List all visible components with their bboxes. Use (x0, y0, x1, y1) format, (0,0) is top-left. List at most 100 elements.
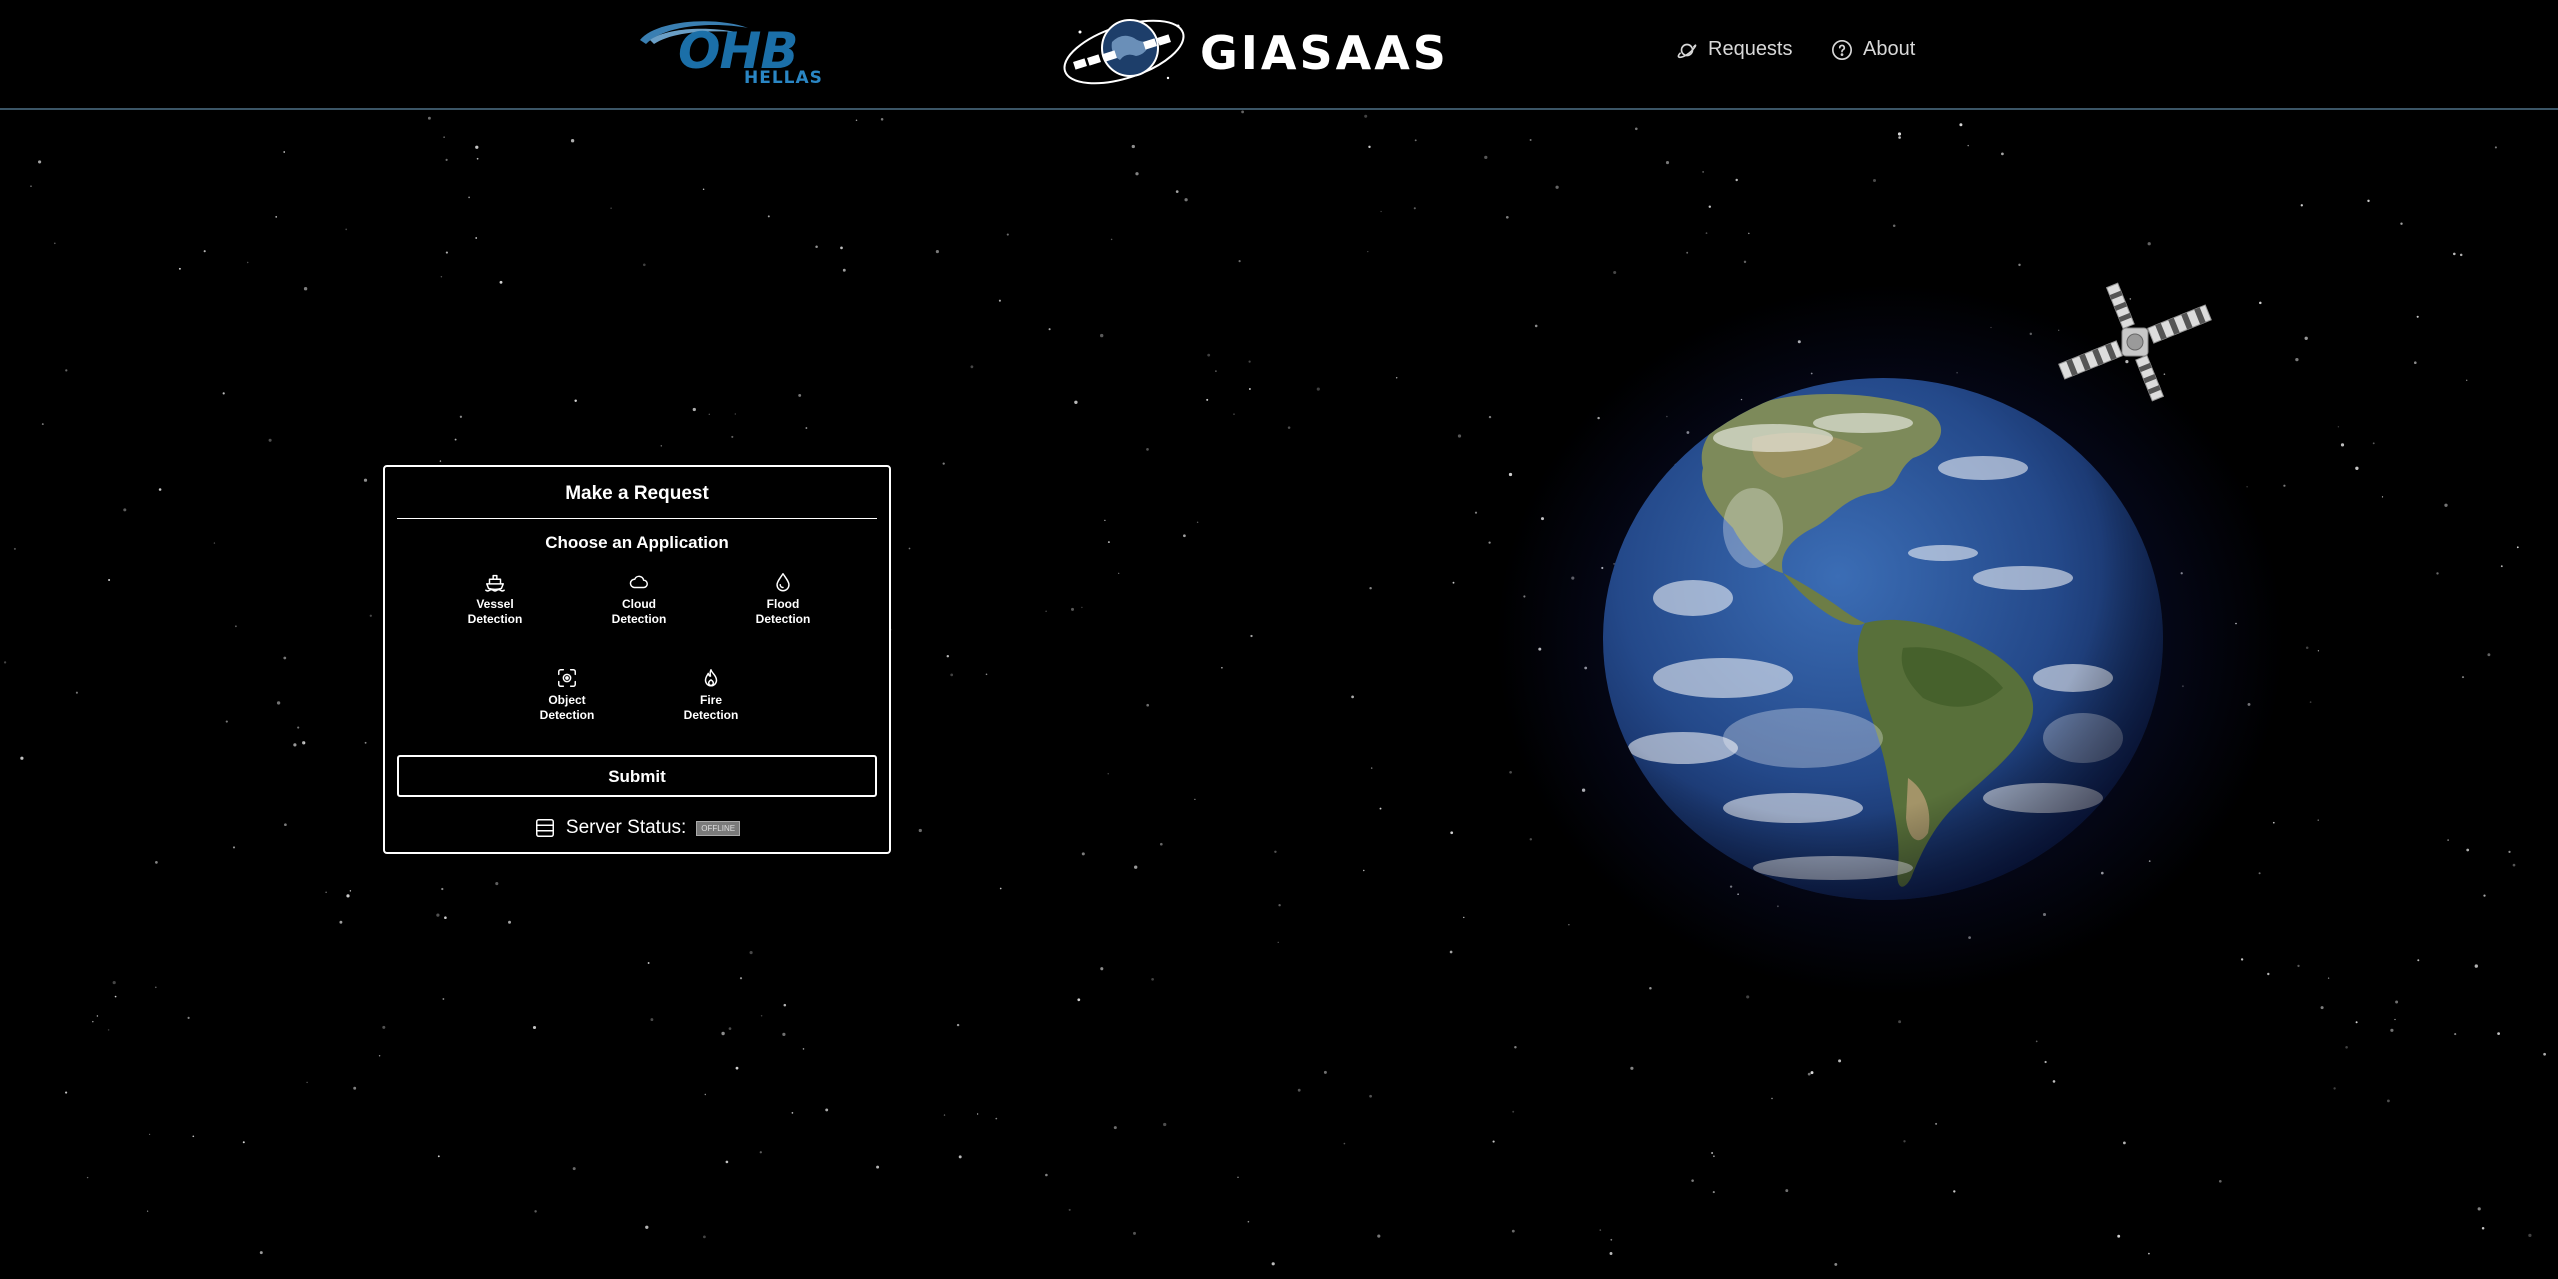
star (445, 251, 448, 254)
star (802, 1048, 805, 1050)
star (1081, 606, 1083, 609)
app-option-cloud-detection[interactable]: Cloud Detection (594, 571, 684, 627)
star (146, 1210, 149, 1212)
star (2345, 1046, 2348, 1049)
star (1810, 1071, 1814, 1075)
brand-name: GIASAAS (1200, 26, 1449, 80)
star (2394, 1018, 2396, 1021)
star (293, 743, 297, 747)
star (782, 1032, 786, 1036)
submit-button[interactable]: Submit (397, 755, 877, 797)
star (2117, 1234, 2121, 1238)
star (1452, 581, 1455, 584)
star (1488, 541, 1491, 544)
star (1369, 1094, 1372, 1098)
star (805, 427, 808, 429)
star (1903, 1140, 1906, 1143)
star (2395, 1000, 2399, 1004)
app-option-flood-detection[interactable]: Flood Detection (738, 571, 828, 627)
star (382, 1025, 386, 1029)
star (534, 1210, 537, 1213)
star (353, 1086, 357, 1090)
star (436, 913, 440, 917)
star (2452, 252, 2456, 256)
star (791, 1112, 794, 1114)
earth-globe-image (1603, 378, 2163, 900)
droplet-icon (776, 573, 790, 592)
star (2516, 546, 2519, 549)
star (1277, 941, 1279, 943)
star (475, 145, 479, 149)
star (1248, 388, 1251, 390)
star (1207, 353, 1211, 357)
star (704, 1093, 707, 1096)
server-icon (535, 819, 554, 837)
star (1287, 426, 1291, 429)
star (692, 407, 696, 412)
star (1194, 798, 1196, 801)
app-option-vessel-detection[interactable]: Vessel Detection (450, 571, 540, 627)
star (1529, 838, 1533, 841)
star (1110, 238, 1113, 241)
star (2447, 839, 2449, 841)
star (2508, 850, 2511, 854)
star (2305, 646, 2309, 649)
star (734, 413, 736, 415)
star (203, 250, 206, 253)
nav-requests-link[interactable]: Requests (1676, 38, 1793, 61)
star (303, 287, 308, 291)
star (1238, 260, 1241, 263)
star (2327, 977, 2330, 979)
server-status: Server Status: OFFLINE (385, 817, 889, 839)
star (1712, 1191, 1715, 1194)
nav-about-link[interactable]: About (1831, 38, 1915, 61)
app-label-line2: Detection (755, 612, 811, 626)
star (725, 1160, 729, 1164)
star (1367, 250, 1369, 253)
star (2459, 253, 2463, 257)
ohb-hellas-logo[interactable]: OHB HELLAS (636, 18, 826, 90)
star (96, 1015, 99, 1017)
star (1278, 904, 1281, 907)
star (2528, 1233, 2532, 1238)
star (508, 920, 511, 924)
star (235, 625, 237, 628)
star (1271, 1262, 1275, 1266)
star (275, 216, 278, 218)
star (2123, 1141, 2126, 1145)
server-status-badge: OFFLINE (696, 820, 741, 836)
star (2400, 222, 2403, 225)
star (702, 188, 705, 191)
star (1370, 767, 1373, 769)
star (2512, 863, 2516, 867)
star (1457, 434, 1462, 438)
star (297, 726, 300, 729)
star (1006, 233, 1009, 236)
star (427, 116, 431, 120)
star (2466, 379, 2468, 381)
star (1237, 1176, 1239, 1178)
star (148, 1133, 151, 1136)
star (364, 741, 367, 744)
star (1071, 607, 1074, 611)
star (443, 136, 445, 138)
star (1414, 139, 1417, 142)
star (610, 207, 612, 209)
star (1368, 145, 1371, 149)
star (495, 882, 499, 886)
star (1613, 270, 1617, 275)
app-option-object-detection[interactable]: Object Detection (522, 667, 612, 723)
app-label-line2: Detection (683, 708, 739, 722)
star (2218, 1179, 2222, 1183)
star (1898, 1020, 1902, 1024)
star (1872, 178, 1877, 183)
app-option-fire-detection[interactable]: Fire Detection (666, 667, 756, 723)
star (2487, 653, 2491, 657)
star (2387, 1099, 2390, 1103)
star (950, 673, 954, 677)
star (2390, 1028, 2394, 1032)
star (268, 438, 272, 442)
star (2148, 1252, 2150, 1255)
star (54, 242, 56, 245)
star (918, 828, 922, 833)
